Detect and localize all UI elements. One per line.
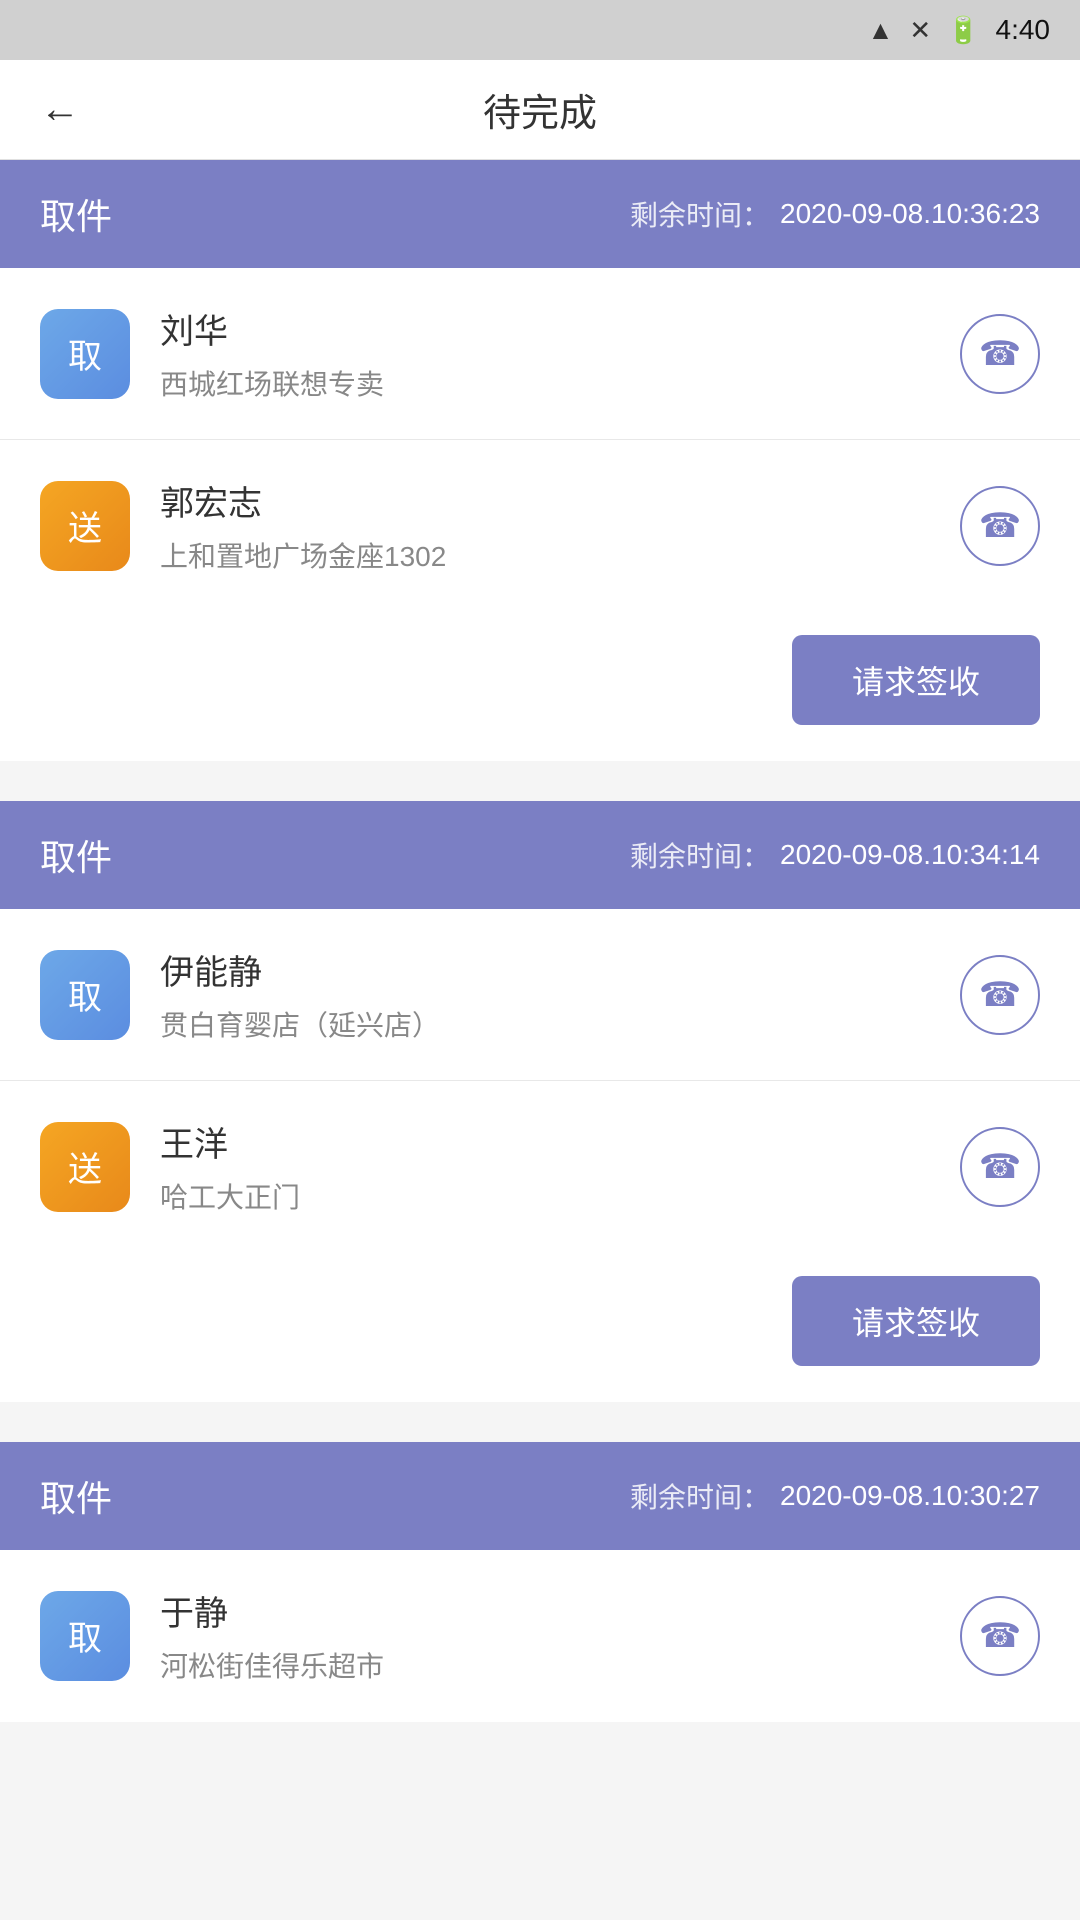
card-time: 剩余时间： 2020-09-08.10:30:27 [630,1476,1040,1516]
deliver-avatar: 送 [40,481,130,571]
deliver-avatar: 送 [40,1122,130,1212]
pickup-info: 伊能静 贯白育婴店（延兴店） [160,945,930,1044]
card-header: 取件 剩余时间： 2020-09-08.10:34:14 [0,801,1080,909]
phone-icon: ☎ [979,1616,1021,1656]
top-nav: ← 待完成 [0,60,1080,160]
page-title: 待完成 [483,82,597,137]
pickup-avatar: 取 [40,309,130,399]
card-spacer [0,781,1080,801]
deliver-address: 上和置地广场金座1302 [160,535,930,575]
time-label: 剩余时间： [630,194,770,234]
sign-button[interactable]: 请求签收 [792,635,1040,725]
pickup-row: 取 于静 河松街佳得乐超市 ☎ [0,1550,1080,1721]
pickup-info: 于静 河松街佳得乐超市 [160,1586,930,1685]
sign-button[interactable]: 请求签收 [792,1276,1040,1366]
pickup-phone-button[interactable]: ☎ [960,955,1040,1035]
card-header: 取件 剩余时间： 2020-09-08.10:36:23 [0,160,1080,268]
card-spacer [0,1422,1080,1442]
orders-list: 取件 剩余时间： 2020-09-08.10:36:23 取 刘华 西城红场联想… [0,160,1080,1722]
wifi-icon: ▲ [868,15,894,46]
deliver-phone-button[interactable]: ☎ [960,486,1040,566]
deliver-address: 哈工大正门 [160,1176,930,1216]
card-time: 剩余时间： 2020-09-08.10:36:23 [630,194,1040,234]
sign-row: 请求签收 [0,1721,1080,1722]
card-time: 剩余时间： 2020-09-08.10:34:14 [630,835,1040,875]
phone-icon: ☎ [979,506,1021,546]
battery-icon: 🔋 [947,15,979,46]
order-card-3: 取件 剩余时间： 2020-09-08.10:30:27 取 于静 河松街佳得乐… [0,1442,1080,1722]
pickup-row: 取 刘华 西城红场联想专卖 ☎ [0,268,1080,439]
pickup-info: 刘华 西城红场联想专卖 [160,304,930,403]
phone-icon: ☎ [979,1147,1021,1187]
pickup-name: 于静 [160,1586,930,1635]
deliver-name: 郭宏志 [160,476,930,525]
deliver-row: 送 郭宏志 上和置地广场金座1302 ☎ [0,439,1080,611]
deliver-info: 王洋 哈工大正门 [160,1117,930,1216]
card-type: 取件 [40,1470,112,1522]
pickup-phone-button[interactable]: ☎ [960,314,1040,394]
pickup-address: 西城红场联想专卖 [160,363,930,403]
card-type: 取件 [40,188,112,240]
time-value: 2020-09-08.10:30:27 [780,1480,1040,1512]
time-value: 2020-09-08.10:34:14 [780,839,1040,871]
status-bar: ▲ ✕ 🔋 4:40 [0,0,1080,60]
pickup-avatar: 取 [40,1591,130,1681]
deliver-phone-button[interactable]: ☎ [960,1127,1040,1207]
time-label: 剩余时间： [630,1476,770,1516]
time-value: 2020-09-08.10:36:23 [780,198,1040,230]
deliver-info: 郭宏志 上和置地广场金座1302 [160,476,930,575]
sim-icon: ✕ [909,15,931,46]
time-label: 剩余时间： [630,835,770,875]
back-button[interactable]: ← [30,77,90,142]
order-card-2: 取件 剩余时间： 2020-09-08.10:34:14 取 伊能静 贯白育婴店… [0,801,1080,1402]
pickup-address: 河松街佳得乐超市 [160,1645,930,1685]
pickup-name: 刘华 [160,304,930,353]
pickup-avatar: 取 [40,950,130,1040]
order-card-1: 取件 剩余时间： 2020-09-08.10:36:23 取 刘华 西城红场联想… [0,160,1080,761]
status-time: 4:40 [996,14,1051,46]
pickup-address: 贯白育婴店（延兴店） [160,1004,930,1044]
pickup-row: 取 伊能静 贯白育婴店（延兴店） ☎ [0,909,1080,1080]
sign-row: 请求签收 [0,1252,1080,1402]
card-header: 取件 剩余时间： 2020-09-08.10:30:27 [0,1442,1080,1550]
phone-icon: ☎ [979,975,1021,1015]
deliver-name: 王洋 [160,1117,930,1166]
card-type: 取件 [40,829,112,881]
sign-row: 请求签收 [0,611,1080,761]
phone-icon: ☎ [979,334,1021,374]
pickup-name: 伊能静 [160,945,930,994]
pickup-phone-button[interactable]: ☎ [960,1596,1040,1676]
deliver-row: 送 王洋 哈工大正门 ☎ [0,1080,1080,1252]
